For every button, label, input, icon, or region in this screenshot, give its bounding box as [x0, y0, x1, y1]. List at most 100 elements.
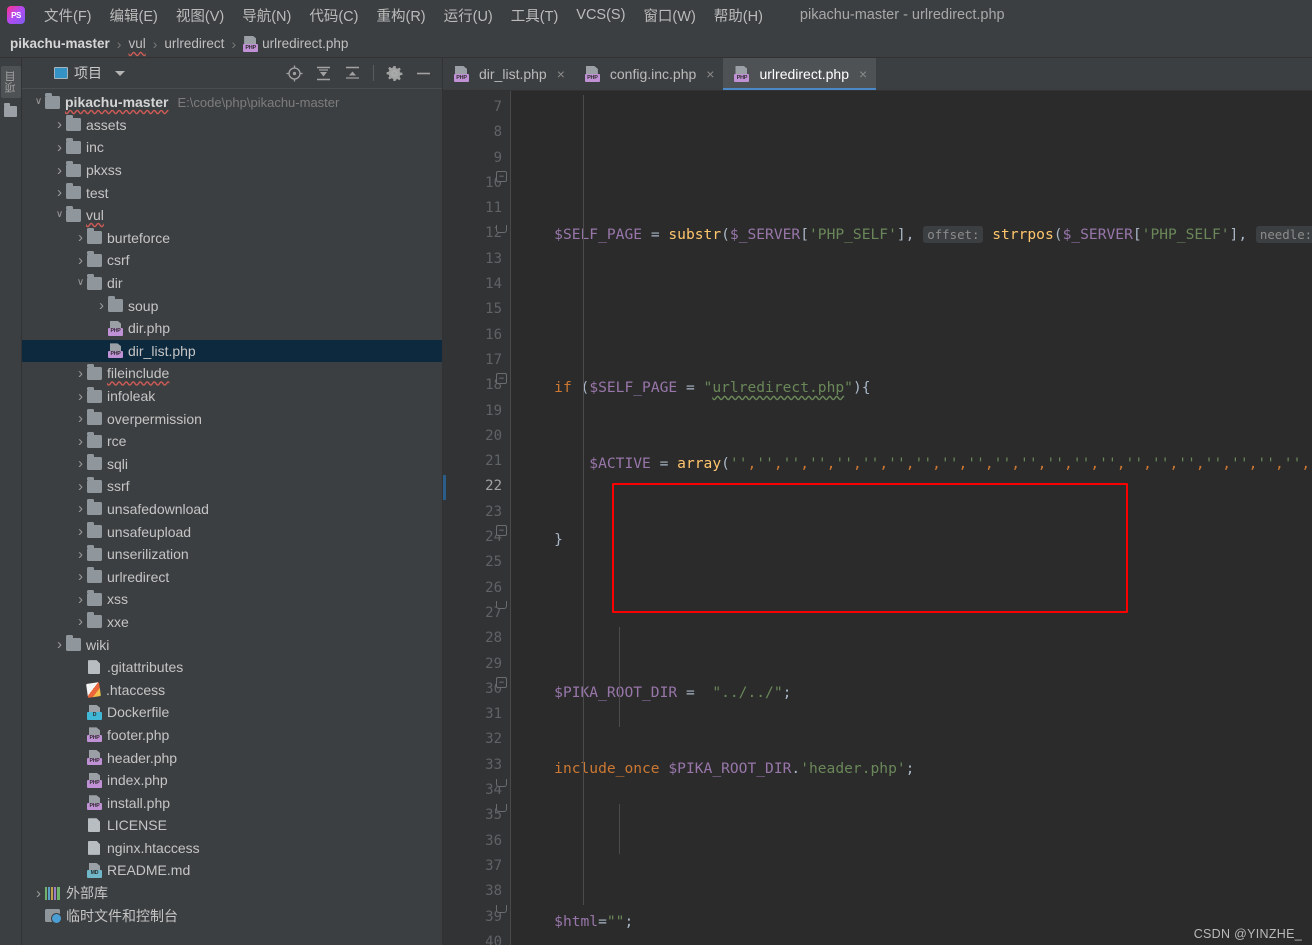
menu-navigate[interactable]: 导航(N) — [233, 3, 300, 28]
chevron-down-icon[interactable]: ∨ — [32, 97, 45, 107]
tree-item-xss[interactable]: › xss — [22, 588, 442, 611]
fold-marker-collapse[interactable]: − — [496, 525, 507, 537]
chevron-right-icon[interactable]: › — [74, 569, 87, 584]
menu-code[interactable]: 代码(C) — [300, 3, 367, 28]
tree-item-unserilization[interactable]: › unserilization — [22, 543, 442, 566]
tree-item-header.php[interactable]: PHP header.php — [22, 746, 442, 769]
tree-item-unsafedownload[interactable]: › unsafedownload — [22, 498, 442, 521]
tree-item-Dockerfile[interactable]: D Dockerfile — [22, 701, 442, 724]
tree-item-.htaccess[interactable]: .htaccess — [22, 678, 442, 701]
chevron-right-icon[interactable]: › — [74, 253, 87, 268]
tree-item-test[interactable]: › test — [22, 181, 442, 204]
code-line-13[interactable] — [511, 604, 1312, 629]
tree-item-burteforce[interactable]: › burteforce — [22, 227, 442, 250]
close-icon[interactable]: × — [706, 66, 714, 82]
chevron-right-icon[interactable]: › — [53, 637, 66, 652]
code-line-14[interactable]: $PIKA_ROOT_DIR = "../../"; — [511, 680, 1312, 705]
tool-window-tab-project[interactable]: 项目 — [0, 66, 21, 98]
code-content[interactable]: $SELF_PAGE = substr($_SERVER['PHP_SELF']… — [511, 91, 1312, 945]
tree-item-pikachu-master[interactable]: ∨ pikachu-master E:\code\php\pikachu-maste… — [22, 91, 442, 114]
menu-file[interactable]: 文件(F) — [35, 3, 101, 28]
breadcrumb-item-vul[interactable]: vul — [128, 36, 145, 51]
chevron-right-icon[interactable]: › — [74, 456, 87, 471]
collapse-all-icon[interactable] — [344, 65, 361, 82]
close-icon[interactable]: × — [557, 66, 565, 82]
code-line-8[interactable]: $SELF_PAGE = substr($_SERVER['PHP_SELF']… — [511, 222, 1312, 247]
tree-item-vul[interactable]: ∨ vul — [22, 204, 442, 227]
chevron-right-icon[interactable]: › — [74, 524, 87, 539]
menu-vcs[interactable]: VCS(S) — [567, 5, 634, 25]
chevron-down-icon[interactable] — [115, 70, 125, 76]
tree-item-wiki[interactable]: › wiki — [22, 633, 442, 656]
editor-gutter[interactable]: 7 8 9 10 11 12 13 14 15 16 17 18 19 20 21 22 23 24 25 26 27 2… — [443, 91, 511, 945]
tree-item-dir[interactable]: ∨ dir — [22, 272, 442, 295]
chevron-right-icon[interactable]: › — [53, 185, 66, 200]
menu-tools[interactable]: 工具(T) — [502, 3, 568, 28]
tree-item-xxe[interactable]: › xxe — [22, 611, 442, 634]
tree-item-infoleak[interactable]: › infoleak — [22, 385, 442, 408]
menu-help[interactable]: 帮助(H) — [705, 3, 772, 28]
code-line-10[interactable]: if ($SELF_PAGE = "urlredirect.php"){ — [511, 375, 1312, 400]
editor-tab-config-inc-php[interactable]: PHP config.inc.php × — [574, 58, 724, 90]
chevron-right-icon[interactable]: › — [74, 614, 87, 629]
fold-marker-collapse[interactable]: − — [496, 373, 507, 385]
tree-item-overpermission[interactable]: › overpermission — [22, 407, 442, 430]
fold-marker-collapse[interactable]: − — [496, 170, 507, 182]
menu-view[interactable]: 视图(V) — [167, 3, 233, 28]
close-icon[interactable]: × — [859, 66, 867, 82]
code-line-9[interactable] — [511, 299, 1312, 324]
chevron-right-icon[interactable]: › — [74, 230, 87, 245]
tree-item-[interactable]: 临时文件和控制台 — [22, 904, 442, 927]
code-line-12[interactable]: } — [511, 527, 1312, 552]
chevron-right-icon[interactable]: › — [74, 389, 87, 404]
chevron-right-icon[interactable]: › — [74, 411, 87, 426]
chevron-right-icon[interactable]: › — [74, 501, 87, 516]
code-line-7[interactable] — [511, 146, 1312, 171]
settings-gear-icon[interactable] — [386, 65, 403, 82]
breadcrumb-item-urlredirect[interactable]: urlredirect — [164, 36, 224, 51]
fold-marker-collapse[interactable]: − — [496, 677, 507, 688]
fold-marker-end[interactable] — [496, 905, 507, 913]
tree-item-README.md[interactable]: MD README.md — [22, 859, 442, 882]
tree-item-soup[interactable]: › soup — [22, 294, 442, 317]
chevron-right-icon[interactable]: › — [74, 479, 87, 494]
folder-icon[interactable] — [4, 103, 17, 117]
chevron-right-icon[interactable]: › — [53, 163, 66, 178]
menu-window[interactable]: 窗口(W) — [634, 3, 704, 28]
chevron-right-icon[interactable]: › — [74, 434, 87, 449]
tree-item-[interactable]: › 外部库 — [22, 882, 442, 905]
code-line-16[interactable] — [511, 833, 1312, 858]
fold-marker-end[interactable] — [496, 779, 507, 787]
tree-item-.gitattributes[interactable]: .gitattributes — [22, 656, 442, 679]
tree-item-index.php[interactable]: PHP index.php — [22, 769, 442, 792]
chevron-right-icon[interactable]: › — [53, 140, 66, 155]
menu-edit[interactable]: 编辑(E) — [101, 3, 167, 28]
tree-item-LICENSE[interactable]: LICENSE — [22, 814, 442, 837]
breadcrumb-item-project[interactable]: pikachu-master — [10, 36, 110, 51]
menu-run[interactable]: 运行(U) — [435, 3, 502, 28]
code-line-15[interactable]: include_once $PIKA_ROOT_DIR.'header.php'… — [511, 756, 1312, 781]
tree-item-unsafeupload[interactable]: › unsafeupload — [22, 520, 442, 543]
tree-item-inc[interactable]: › inc — [22, 136, 442, 159]
breadcrumb-item-file[interactable]: urlredirect.php — [262, 36, 348, 51]
chevron-down-icon[interactable]: ∨ — [74, 278, 87, 288]
tree-item-csrf[interactable]: › csrf — [22, 249, 442, 272]
editor-tab-dir_list-php[interactable]: PHP dir_list.php × — [443, 58, 574, 90]
chevron-right-icon[interactable]: › — [95, 298, 108, 313]
tree-item-rce[interactable]: › rce — [22, 430, 442, 453]
tree-item-footer.php[interactable]: PHP footer.php — [22, 724, 442, 747]
tree-item-assets[interactable]: › assets — [22, 114, 442, 137]
code-line-17[interactable]: $html=""; — [511, 909, 1312, 934]
fold-marker-end[interactable] — [496, 601, 507, 609]
fold-marker-end[interactable] — [496, 804, 507, 812]
chevron-right-icon[interactable]: › — [74, 547, 87, 562]
fold-marker-end[interactable] — [496, 224, 507, 233]
project-file-tree[interactable]: ∨ pikachu-master E:\code\php\pikachu-maste… — [22, 89, 442, 945]
chevron-down-icon[interactable]: ∨ — [53, 210, 66, 220]
locate-target-icon[interactable] — [286, 65, 303, 82]
tree-item-urlredirect[interactable]: › urlredirect — [22, 565, 442, 588]
chevron-right-icon[interactable]: › — [53, 117, 66, 132]
expand-all-icon[interactable] — [315, 65, 332, 82]
chevron-right-icon[interactable]: › — [74, 592, 87, 607]
tree-item-install.php[interactable]: PHP install.php — [22, 791, 442, 814]
